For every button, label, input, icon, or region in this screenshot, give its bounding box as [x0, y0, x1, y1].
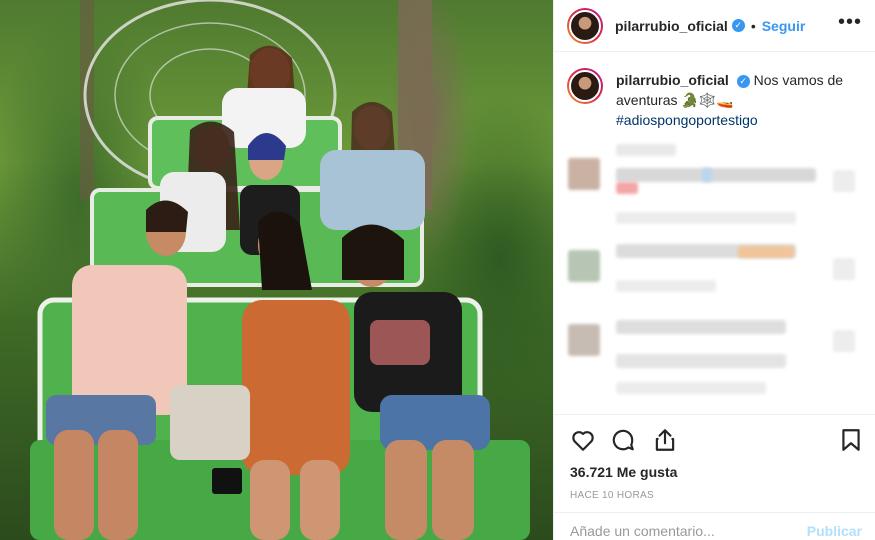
author-username[interactable]: pilarrubio_oficial — [615, 18, 728, 34]
comment-icon[interactable] — [610, 427, 636, 453]
caption-hashtag[interactable]: #adiospongoportestigo — [616, 112, 758, 128]
author-avatar[interactable] — [567, 7, 603, 44]
caption-avatar[interactable] — [567, 68, 603, 104]
post-actions: 36.721 Me gusta HACE 10 HORAS — [554, 414, 875, 510]
caption-username[interactable]: pilarrubio_oficial — [616, 72, 729, 88]
post-caption: pilarrubio_oficial ✓ Nos vamos de aventu… — [567, 68, 867, 130]
post-timestamp[interactable]: HACE 10 HORAS — [570, 490, 654, 501]
post-photo[interactable] — [0, 0, 553, 540]
post-header: pilarrubio_oficial ✓ • Seguir ••• — [554, 0, 875, 52]
header-separator: • — [750, 17, 756, 34]
publish-button[interactable]: Publicar — [807, 523, 862, 539]
follow-button[interactable]: Seguir — [762, 18, 806, 34]
post-side-panel: pilarrubio_oficial ✓ • Seguir ••• pilarr… — [553, 0, 875, 540]
share-icon[interactable] — [652, 427, 678, 453]
airboat-group-photo — [30, 0, 530, 540]
caption-verified-badge-icon: ✓ — [736, 74, 750, 88]
likes-count[interactable]: 36.721 Me gusta — [570, 464, 677, 480]
more-options-icon[interactable]: ••• — [838, 12, 862, 32]
heart-icon[interactable] — [570, 427, 596, 453]
verified-badge-icon: ✓ — [731, 19, 745, 32]
comment-box: Publicar — [554, 512, 875, 540]
caption-text-block: pilarrubio_oficial ✓ Nos vamos de aventu… — [616, 70, 867, 130]
bookmark-icon[interactable] — [838, 427, 864, 453]
redacted-comments — [568, 140, 868, 400]
comment-input[interactable] — [570, 523, 800, 539]
